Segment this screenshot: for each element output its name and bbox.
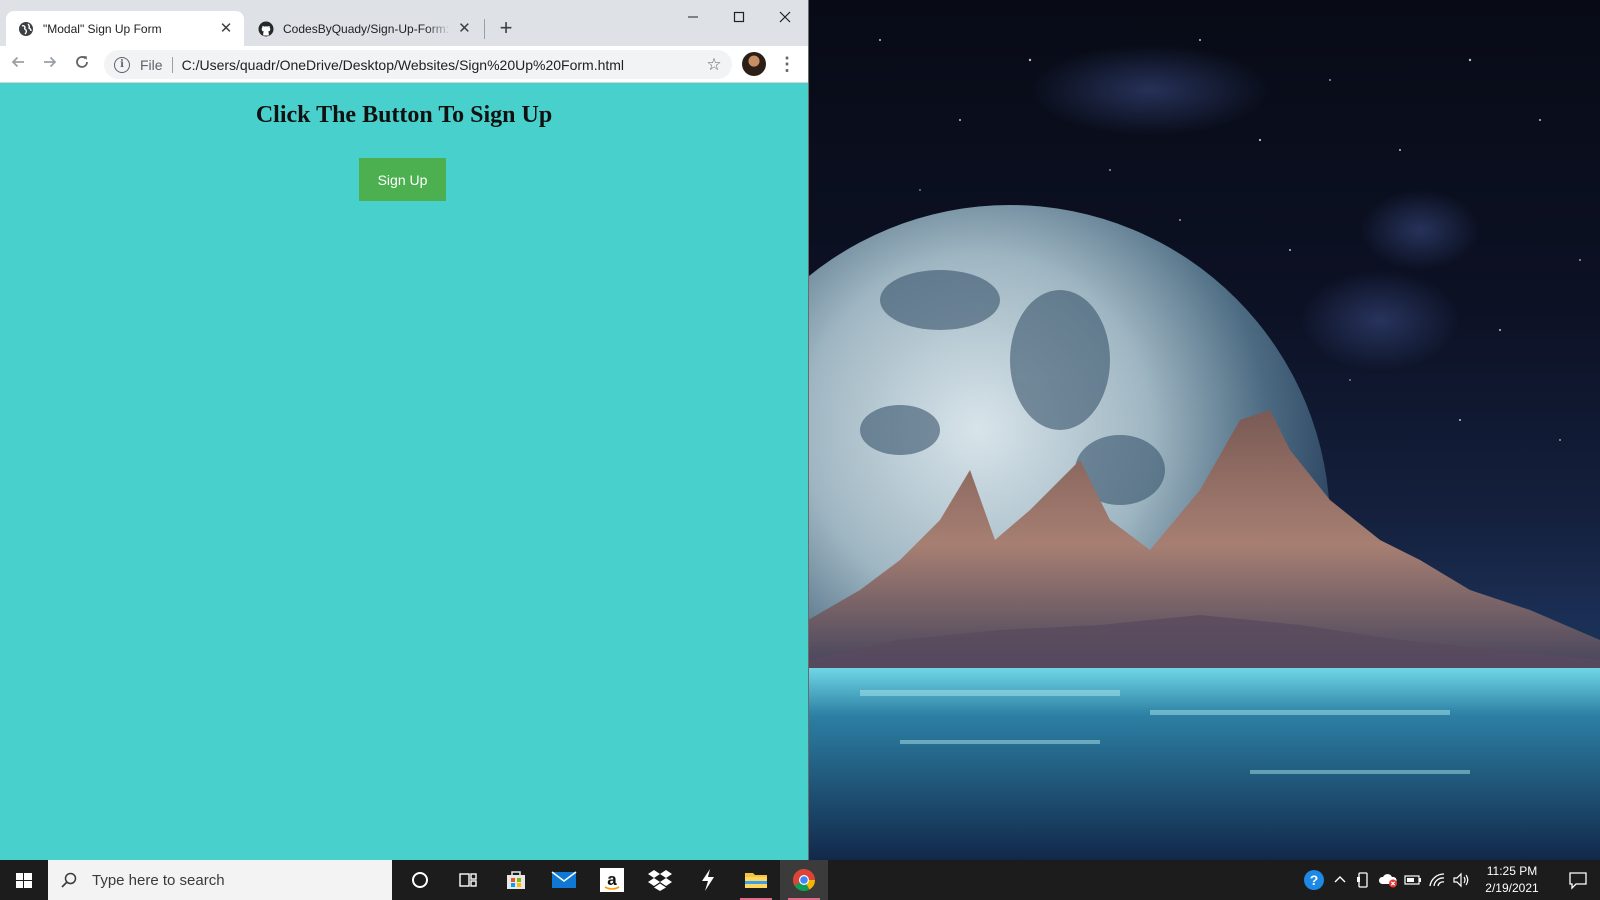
cortana-icon — [412, 872, 428, 888]
file-explorer-button[interactable] — [732, 860, 780, 900]
cortana-button[interactable] — [396, 860, 444, 900]
device-tray-button[interactable] — [1352, 860, 1374, 900]
cloud-error-icon — [1378, 874, 1397, 888]
file-explorer-icon — [745, 873, 767, 888]
tab-separator — [484, 19, 485, 39]
search-icon — [61, 872, 77, 888]
search-placeholder: Type here to search — [92, 871, 225, 889]
omnibox-divider — [171, 56, 173, 73]
windows-logo-icon — [16, 873, 32, 888]
globe-icon — [19, 21, 33, 36]
chevron-up-icon — [1334, 876, 1346, 883]
close-tab-icon[interactable]: ✕ — [218, 20, 234, 37]
reload-button[interactable] — [70, 52, 94, 76]
profile-avatar[interactable] — [742, 52, 766, 76]
store-button[interactable] — [492, 860, 540, 900]
tab-modal-sign-up-form[interactable]: "Modal" Sign Up Form ✕ — [6, 11, 244, 46]
mail-icon — [551, 871, 577, 888]
browser-toolbar: i File C:/Users/quadr/OneDrive/Desktop/W… — [0, 46, 808, 83]
taskbar-clock[interactable]: 11:25 PM 2/19/2021 — [1476, 863, 1548, 897]
mail-button[interactable] — [540, 860, 588, 900]
amazon-letter: a — [607, 870, 617, 889]
task-view-icon — [459, 873, 477, 887]
menu-kebab-icon[interactable]: ⋮ — [778, 53, 796, 75]
wifi-icon — [1429, 873, 1445, 887]
new-tab-button[interactable]: + — [494, 17, 518, 41]
arrow-right-icon — [44, 56, 57, 68]
task-view-button[interactable] — [444, 860, 492, 900]
dropbox-icon — [648, 870, 672, 891]
store-icon — [507, 871, 525, 889]
device-icon — [1357, 872, 1368, 888]
svg-text:?: ? — [1310, 872, 1319, 888]
dropbox-button[interactable] — [636, 860, 684, 900]
scheme-label: File — [140, 56, 163, 73]
winamp-icon — [702, 869, 714, 891]
minimize-icon — [688, 16, 698, 18]
sign-up-button[interactable]: Sign Up — [359, 158, 446, 201]
battery-icon — [1404, 875, 1421, 885]
forward-button[interactable] — [38, 52, 62, 76]
tab-strip: "Modal" Sign Up Form ✕ CodesByQuady/Sign… — [0, 0, 808, 46]
browser-window: "Modal" Sign Up Form ✕ CodesByQuady/Sign… — [0, 0, 808, 860]
clock-date: 2/19/2021 — [1485, 881, 1539, 895]
show-hidden-icons-button[interactable] — [1330, 860, 1350, 900]
taskbar-search-box[interactable]: Type here to search — [48, 860, 392, 900]
reload-icon — [76, 56, 88, 68]
tab-title: CodesByQuady/Sign-Up-Form: A — [283, 21, 451, 36]
clock-time: 11:25 PM — [1486, 864, 1538, 878]
action-center-button[interactable] — [1556, 860, 1600, 900]
close-icon — [779, 11, 791, 23]
close-window-button[interactable] — [762, 6, 808, 30]
address-bar[interactable]: i File C:/Users/quadr/OneDrive/Desktop/W… — [104, 50, 732, 79]
bookmark-star-icon[interactable]: ☆ — [704, 55, 724, 75]
tab-github-repo[interactable]: CodesByQuady/Sign-Up-Form: A ✕ — [246, 11, 482, 46]
close-tab-icon[interactable]: ✕ — [457, 20, 472, 37]
amazon-icon: a — [600, 868, 624, 892]
chrome-taskbar-button[interactable] — [780, 860, 828, 900]
chrome-icon — [793, 869, 815, 891]
help-icon: ? — [1304, 870, 1324, 890]
arrow-left-icon — [11, 56, 24, 68]
taskbar: Type here to search a ? 11:25 PM 2/19/20… — [0, 860, 1600, 900]
help-tray-button[interactable]: ? — [1300, 860, 1328, 900]
amazon-button[interactable]: a — [588, 860, 636, 900]
tab-title: "Modal" Sign Up Form — [43, 21, 162, 36]
wifi-tray-button[interactable] — [1426, 860, 1448, 900]
url-text[interactable]: C:/Users/quadr/OneDrive/Desktop/Websites… — [182, 57, 704, 73]
volume-tray-button[interactable] — [1450, 860, 1472, 900]
maximize-icon — [733, 11, 745, 23]
volume-icon — [1453, 872, 1469, 888]
start-button[interactable] — [0, 860, 48, 900]
github-icon — [258, 21, 274, 36]
page-heading: Click The Button To Sign Up — [255, 102, 553, 128]
minimize-button[interactable] — [670, 6, 716, 30]
winamp-button[interactable] — [684, 860, 732, 900]
maximize-button[interactable] — [716, 6, 762, 30]
back-button[interactable] — [6, 52, 30, 76]
info-icon[interactable]: i — [114, 56, 130, 73]
notification-icon — [1569, 872, 1587, 890]
battery-tray-button[interactable] — [1402, 860, 1424, 900]
onedrive-tray-button[interactable] — [1376, 860, 1400, 900]
page-content: Click The Button To Sign Up Sign Up — [0, 84, 808, 860]
